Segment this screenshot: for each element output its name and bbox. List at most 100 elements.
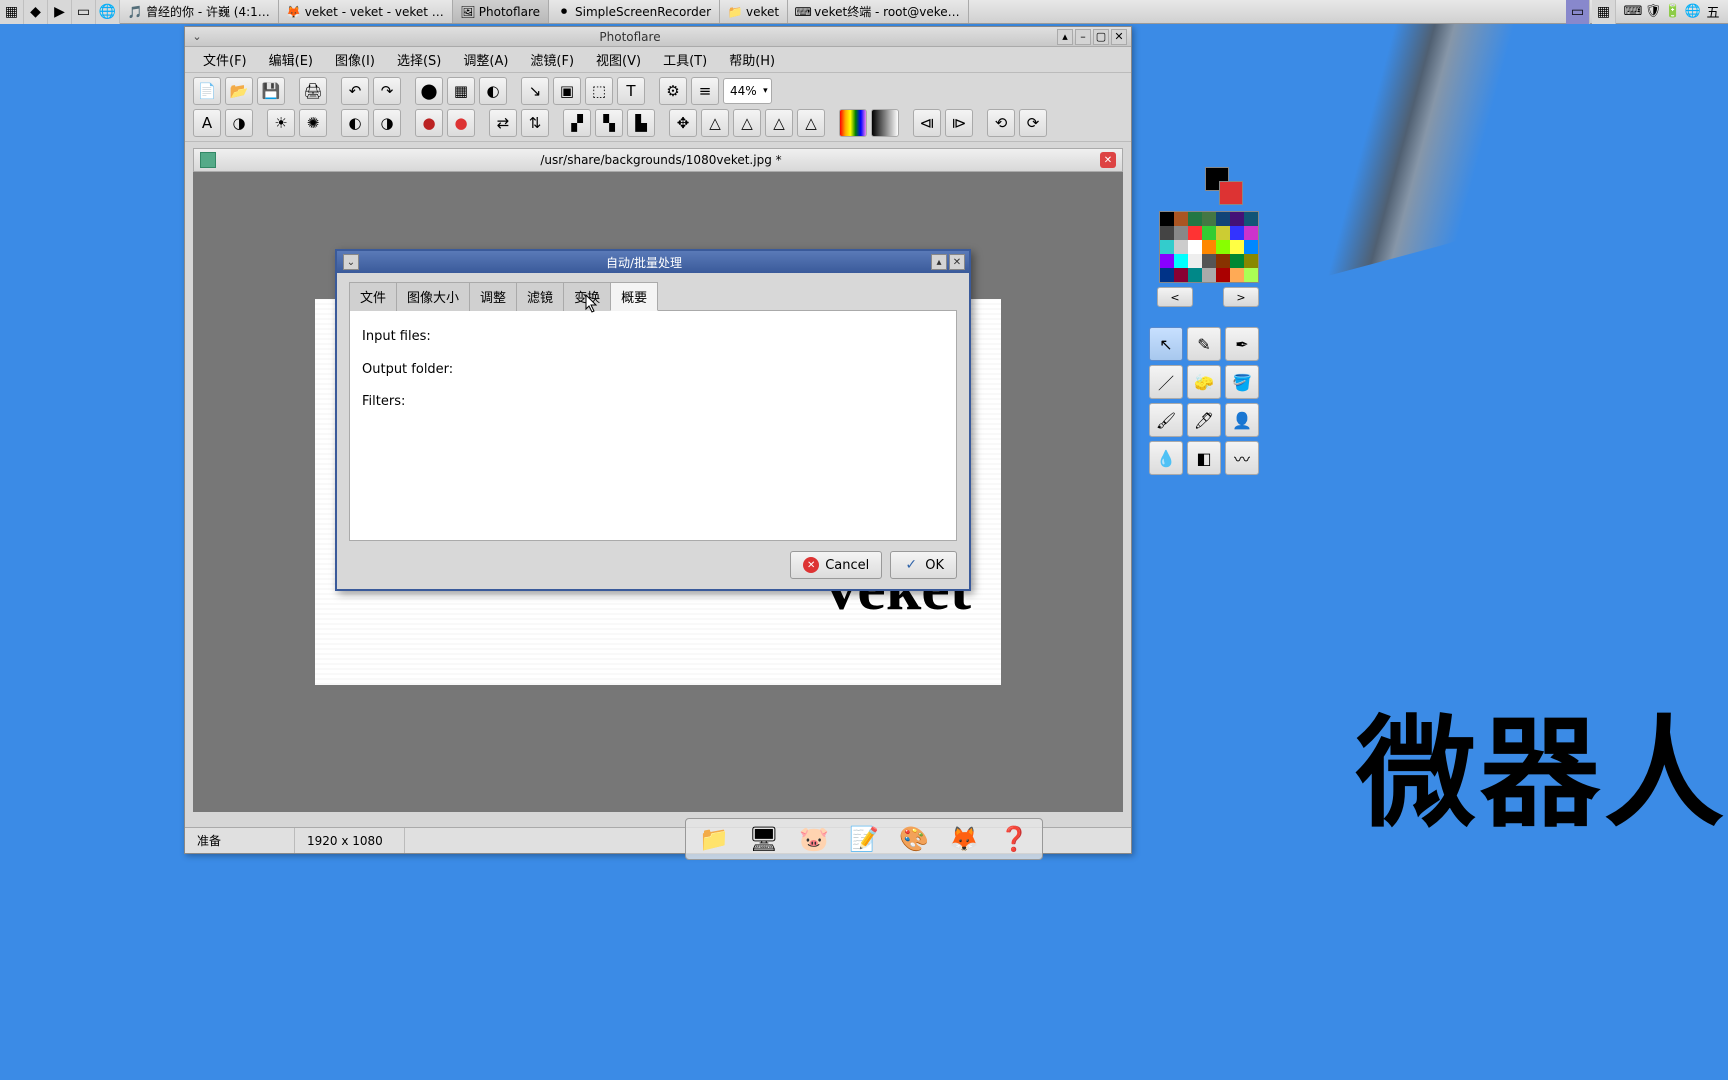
skew-2-icon[interactable]: △	[733, 109, 761, 137]
rotate-ccw-icon[interactable]: ⟲	[987, 109, 1015, 137]
skew-4-icon[interactable]: △	[797, 109, 825, 137]
swatch-25[interactable]	[1216, 254, 1230, 268]
dialog-close-button[interactable]: ✕	[949, 254, 965, 270]
dialog-shade-button[interactable]: ▴	[931, 254, 947, 270]
swatch-22[interactable]	[1174, 254, 1188, 268]
palette-next-button[interactable]: >	[1223, 287, 1259, 307]
mirror-h-icon[interactable]: ⧏	[913, 109, 941, 137]
swatch-7[interactable]	[1160, 226, 1174, 240]
dock-item-5[interactable]: 🦊	[942, 821, 986, 857]
red-circle-2-icon[interactable]: ●	[447, 109, 475, 137]
menu-item-1[interactable]: 编辑(E)	[259, 47, 323, 72]
menu-item-4[interactable]: 调整(A)	[453, 47, 518, 72]
titlebar-menu-icon[interactable]: ⌄	[189, 29, 205, 45]
settings-icon[interactable]: ⚙	[659, 77, 687, 105]
brightness-up-icon[interactable]: ☀	[267, 109, 295, 137]
print-icon[interactable]: 🖨	[299, 77, 327, 105]
swatch-15[interactable]	[1174, 240, 1188, 254]
dialog-tab-2[interactable]: 调整	[469, 282, 517, 311]
select-icon[interactable]: ⬚	[585, 77, 613, 105]
swatch-34[interactable]	[1244, 268, 1258, 282]
flip-h-icon[interactable]: ⇄	[489, 109, 517, 137]
launcher-icon-1[interactable]: ▦	[0, 0, 24, 24]
wand-icon[interactable]: ↘	[521, 77, 549, 105]
skew-3-icon[interactable]: △	[765, 109, 793, 137]
tray-icon-2[interactable]: 🔋	[1664, 3, 1682, 21]
swatch-28[interactable]	[1160, 268, 1174, 282]
swatch-11[interactable]	[1216, 226, 1230, 240]
swatch-17[interactable]	[1202, 240, 1216, 254]
swatch-12[interactable]	[1230, 226, 1244, 240]
swatch-8[interactable]	[1174, 226, 1188, 240]
taskbar-item-1[interactable]: 🦊veket - veket - veket …	[279, 0, 453, 23]
taskbar-item-2[interactable]: 🖼Photoflare	[453, 0, 549, 23]
launcher-icon-5[interactable]: 🌐	[96, 0, 120, 24]
tray-icon-0[interactable]: ⌨	[1624, 3, 1642, 21]
save-file-icon[interactable]: 💾	[257, 77, 285, 105]
menu-item-0[interactable]: 文件(F)	[193, 47, 257, 72]
color-wheel-icon[interactable]: ◐	[479, 77, 507, 105]
rgb-channels-icon[interactable]: ⬤	[415, 77, 443, 105]
swatch-3[interactable]	[1202, 212, 1216, 226]
swatch-9[interactable]	[1188, 226, 1202, 240]
menu-item-6[interactable]: 视图(V)	[586, 47, 651, 72]
swatch-14[interactable]	[1160, 240, 1174, 254]
dock-item-2[interactable]: 🐷	[792, 821, 836, 857]
tool-button-4[interactable]: 🧽	[1187, 365, 1221, 399]
menu-item-8[interactable]: 帮助(H)	[719, 47, 785, 72]
swatch-16[interactable]	[1188, 240, 1202, 254]
background-color-well[interactable]	[1219, 181, 1243, 205]
contrast-1-icon[interactable]: ◐	[341, 109, 369, 137]
tool-button-5[interactable]: 🪣	[1225, 365, 1259, 399]
text-icon[interactable]: T	[617, 77, 645, 105]
tool-button-9[interactable]: 💧	[1149, 441, 1183, 475]
brightness-down-icon[interactable]: ✺	[299, 109, 327, 137]
dialog-tab-3[interactable]: 滤镜	[516, 282, 564, 311]
launcher-icon-2[interactable]: ◆	[24, 0, 48, 24]
tool-button-6[interactable]: 🖌	[1149, 403, 1183, 437]
ok-button[interactable]: ✓ OK	[890, 551, 957, 579]
text-shadow-icon[interactable]: ◑	[225, 109, 253, 137]
swatch-2[interactable]	[1188, 212, 1202, 226]
show-desktop-icon[interactable]: ▭	[1566, 0, 1590, 24]
swatch-33[interactable]	[1230, 268, 1244, 282]
tool-button-3[interactable]: ／	[1149, 365, 1183, 399]
menu-item-2[interactable]: 图像(I)	[325, 47, 385, 72]
window-titlebar[interactable]: ⌄ Photoflare ▴ – ▢ ✕	[185, 27, 1131, 47]
tool-button-1[interactable]: ✎	[1187, 327, 1221, 361]
contrast-2-icon[interactable]: ◑	[373, 109, 401, 137]
dock-item-4[interactable]: 🎨	[892, 821, 936, 857]
move-icon[interactable]: ✥	[669, 109, 697, 137]
swatch-4[interactable]	[1216, 212, 1230, 226]
dialog-titlebar[interactable]: ⌄ 自动/批量处理 ▴ ✕	[337, 251, 969, 273]
menu-item-7[interactable]: 工具(T)	[653, 47, 717, 72]
launcher-icon-4[interactable]: ▭	[72, 0, 96, 24]
taskbar-item-0[interactable]: 🎵曾经的你 - 许巍 (4:1…	[120, 0, 279, 23]
menu-item-3[interactable]: 选择(S)	[387, 47, 451, 72]
gradient-color-icon[interactable]	[839, 109, 867, 137]
swatch-0[interactable]	[1160, 212, 1174, 226]
swatch-18[interactable]	[1216, 240, 1230, 254]
swatch-6[interactable]	[1244, 212, 1258, 226]
color-swatches-icon[interactable]: ▦	[447, 77, 475, 105]
tray-icon-4[interactable]: 五	[1704, 3, 1722, 21]
swatch-27[interactable]	[1244, 254, 1258, 268]
tray-icon-1[interactable]: 🛡	[1644, 3, 1662, 21]
histogram-1-icon[interactable]: ▞	[563, 109, 591, 137]
dock-item-3[interactable]: 📝	[842, 821, 886, 857]
tool-button-8[interactable]: 👤	[1225, 403, 1259, 437]
swatch-30[interactable]	[1188, 268, 1202, 282]
launcher-icon-3[interactable]: ▶	[48, 0, 72, 24]
tool-button-7[interactable]: 🖊	[1187, 403, 1221, 437]
red-circle-1-icon[interactable]: ●	[415, 109, 443, 137]
taskbar-item-5[interactable]: ⌨veket终端 - root@veke…	[788, 0, 969, 23]
palette-prev-button[interactable]: <	[1157, 287, 1193, 307]
new-file-icon[interactable]: 📄	[193, 77, 221, 105]
swatch-29[interactable]	[1174, 268, 1188, 282]
swatch-20[interactable]	[1244, 240, 1258, 254]
mirror-v-icon[interactable]: ⧐	[945, 109, 973, 137]
text-overlay-icon[interactable]: A	[193, 109, 221, 137]
maximize-button[interactable]: ▢	[1093, 29, 1109, 45]
swatch-23[interactable]	[1188, 254, 1202, 268]
dialog-tab-0[interactable]: 文件	[349, 282, 397, 311]
